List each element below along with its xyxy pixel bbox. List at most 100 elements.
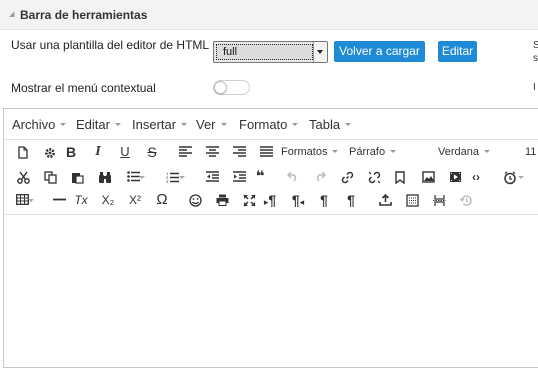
formats-label: Formatos xyxy=(281,146,328,158)
formats-dropdown[interactable]: Formatos xyxy=(281,140,339,164)
new-document-icon[interactable] xyxy=(8,140,28,164)
menu-tabla[interactable]: Tabla xyxy=(309,117,352,132)
rtl-paragraph-icon[interactable]: ¶◂ xyxy=(288,188,308,212)
caret-down-icon xyxy=(483,149,490,153)
menu-label: Editar xyxy=(76,117,110,132)
table-icon[interactable] xyxy=(8,188,29,212)
caret-down-icon xyxy=(390,149,397,153)
emoticon-icon[interactable] xyxy=(180,188,202,212)
italic-icon[interactable]: I xyxy=(89,140,107,164)
clock-icon[interactable] xyxy=(494,165,516,189)
edge-label-1: S xyxy=(533,40,538,51)
align-left-icon[interactable] xyxy=(170,140,192,164)
copy-icon[interactable] xyxy=(35,165,57,189)
code-icon[interactable]: ‹› xyxy=(467,165,485,189)
font-family-label: Verdana xyxy=(438,146,479,158)
svg-text:3: 3 xyxy=(166,179,169,183)
edge-label-3: I xyxy=(533,82,536,93)
align-justify-icon[interactable] xyxy=(251,140,273,164)
caret-down-icon xyxy=(220,123,227,127)
template-select[interactable]: full xyxy=(213,41,328,63)
block-format-label: Párrafo xyxy=(349,146,386,158)
reload-button[interactable]: Volver a cargar xyxy=(334,41,425,62)
block-format-dropdown[interactable]: Párrafo xyxy=(349,140,397,164)
edit-button[interactable]: Editar xyxy=(438,41,477,62)
paste-icon[interactable] xyxy=(62,165,84,189)
horizontal-rule-icon[interactable] xyxy=(44,188,66,212)
caret-down-icon xyxy=(114,123,121,127)
context-menu-label: Mostrar el menú contextual xyxy=(11,81,156,95)
preview-icon[interactable] xyxy=(397,188,419,212)
numbered-list-icon[interactable]: 123 xyxy=(158,165,179,189)
blockquote-icon[interactable]: ❝ xyxy=(251,165,269,189)
caret-down-icon xyxy=(60,123,67,127)
caret-down-icon xyxy=(345,123,352,127)
fullscreen-icon[interactable] xyxy=(234,188,256,212)
caret-down-icon[interactable] xyxy=(139,176,145,179)
font-size-dropdown[interactable]: 11 xyxy=(525,140,536,164)
paragraph-alt-icon[interactable]: ¶ xyxy=(342,188,360,212)
toggle-knob xyxy=(214,81,227,94)
collapse-triangle-icon[interactable]: ◢ xyxy=(9,11,14,19)
strikethrough-icon[interactable]: S xyxy=(143,140,161,164)
edge-label-2: s xyxy=(533,53,538,64)
toolbar-row-1: B I U S Formatos Párrafo Verdana 11 xyxy=(4,140,538,164)
media-icon[interactable] xyxy=(440,165,461,189)
page-break-icon[interactable] xyxy=(424,188,446,212)
settings-gear-icon[interactable] xyxy=(34,140,55,164)
caret-down-icon xyxy=(181,123,188,127)
menu-ver[interactable]: Ver xyxy=(196,117,227,132)
link-icon[interactable] xyxy=(332,165,354,189)
editor-content-area[interactable] xyxy=(4,214,538,365)
menu-label: Archivo xyxy=(12,117,56,132)
html-editor: Archivo Editar Insertar Ver Formato Tabl… xyxy=(3,108,538,368)
caret-down-icon xyxy=(292,123,299,127)
editor-menubar: Archivo Editar Insertar Ver Formato Tabl… xyxy=(4,109,538,140)
clear-formatting-icon[interactable]: Tx xyxy=(71,188,91,212)
unlink-icon[interactable] xyxy=(359,165,381,189)
bookmark-icon[interactable] xyxy=(386,165,405,189)
section-header[interactable]: ◢ Barra de herramientas xyxy=(0,0,538,30)
underline-icon[interactable]: U xyxy=(116,140,134,164)
special-char-omega-icon[interactable]: Ω xyxy=(152,188,172,212)
caret-down-icon[interactable] xyxy=(28,199,34,202)
section-title: Barra de herramientas xyxy=(20,8,148,22)
cut-icon[interactable] xyxy=(8,165,30,189)
align-center-icon[interactable] xyxy=(197,140,219,164)
caret-down-icon[interactable] xyxy=(518,176,524,179)
restore-icon[interactable] xyxy=(451,188,472,212)
menu-label: Insertar xyxy=(132,117,177,132)
superscript-icon[interactable]: X² xyxy=(125,188,145,212)
indent-icon[interactable] xyxy=(224,165,246,189)
find-binoculars-icon[interactable] xyxy=(89,165,111,189)
ltr-paragraph-icon[interactable]: ▸¶ xyxy=(260,188,280,212)
menu-editar[interactable]: Editar xyxy=(76,117,121,132)
template-select-value: full xyxy=(216,44,313,60)
menu-insertar[interactable]: Insertar xyxy=(132,117,188,132)
menu-archivo[interactable]: Archivo xyxy=(12,117,67,132)
undo-icon[interactable] xyxy=(278,165,297,189)
context-menu-toggle[interactable] xyxy=(213,80,250,95)
paragraph-icon[interactable]: ¶ xyxy=(315,188,333,212)
caret-down-icon[interactable] xyxy=(179,176,185,179)
bullet-list-icon[interactable] xyxy=(119,165,140,189)
menu-formato[interactable]: Formato xyxy=(239,117,299,132)
outdent-icon[interactable] xyxy=(197,165,219,189)
chevron-down-icon[interactable] xyxy=(313,42,327,62)
align-right-icon[interactable] xyxy=(224,140,246,164)
pilcrow-glyph: ¶ xyxy=(291,192,300,208)
toolbar-row-2: 123 ❝ ‹› xyxy=(4,165,538,189)
caret-down-icon xyxy=(332,149,339,153)
bold-icon[interactable]: B xyxy=(62,140,80,164)
font-family-dropdown[interactable]: Verdana xyxy=(438,140,490,164)
redo-icon[interactable] xyxy=(305,165,326,189)
upload-icon[interactable] xyxy=(370,188,392,212)
print-icon[interactable] xyxy=(207,188,229,212)
image-icon[interactable] xyxy=(413,165,435,189)
template-label: Usar una plantilla del editor de HTML xyxy=(11,38,210,52)
more-icon[interactable] xyxy=(534,165,538,189)
menu-label: Tabla xyxy=(309,117,341,132)
toolbar-row-3: Tx X₂ X² Ω ▸¶ ¶◂ ¶ ¶ xyxy=(4,188,538,212)
subscript-icon[interactable]: X₂ xyxy=(98,188,118,212)
arrow-left-icon: ◂ xyxy=(299,197,305,207)
